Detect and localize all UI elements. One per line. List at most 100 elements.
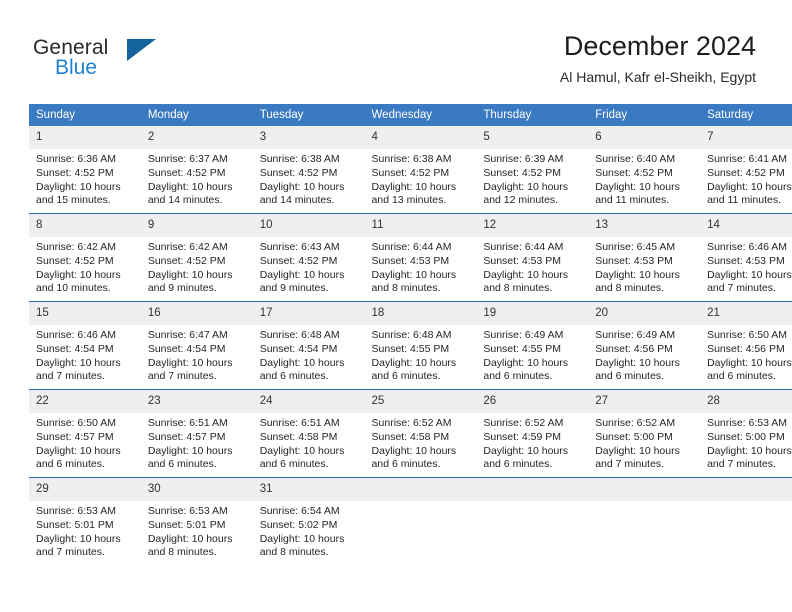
daylight-text-line2: and 7 minutes. (147, 370, 217, 383)
daylight-text-line1: Daylight: 10 hours (371, 268, 457, 281)
day-cell[interactable]: 26 Sunrise: 6:52 AM Sunset: 4:59 PM Dayligh… (476, 390, 589, 477)
day-info: Sunrise: 6:47 AM Sunset: 4:54 PM Daylight:… (141, 325, 253, 384)
weekday-header-friday: Friday (588, 104, 701, 126)
calendar-cell: 26 Sunrise: 6:52 AM Sunset: 4:59 PM Dayligh… (476, 389, 589, 478)
day-info: Sunrise: 6:53 AM Sunset: 5:01 PM Daylight:… (141, 501, 253, 560)
sunset-text: Sunset: 4:55 PM (483, 342, 562, 355)
day-info: Sunrise: 6:54 AM Sunset: 5:02 PM Daylight:… (253, 501, 365, 560)
sunrise-text: Sunrise: 6:44 AM (483, 241, 564, 253)
day-info: Sunrise: 6:46 AM Sunset: 4:54 PM Daylight:… (29, 325, 141, 384)
day-cell[interactable]: 19 Sunrise: 6:49 AM Sunset: 4:55 PM Dayligh… (476, 302, 589, 389)
day-number: 25 (364, 390, 477, 413)
day-cell[interactable]: 28 Sunrise: 6:53 AM Sunset: 5:00 PM Dayligh… (700, 390, 792, 477)
sunrise-text: Sunrise: 6:51 AM (147, 417, 228, 429)
day-number: 31 (252, 478, 365, 501)
calendar-cell: 7 Sunrise: 6:41 AM Sunset: 4:52 PM Daylight… (700, 126, 792, 214)
brand-logo[interactable]: General Blue (33, 36, 213, 84)
day-number: 26 (476, 390, 589, 413)
sunset-text: Sunset: 4:56 PM (707, 342, 785, 355)
sunset-text: Sunset: 4:55 PM (371, 342, 450, 355)
day-cell[interactable]: 22 Sunrise: 6:50 AM Sunset: 4:57 PM Dayligh… (29, 390, 141, 477)
daylight-text-line2: and 15 minutes. (36, 194, 111, 207)
sunset-text: Sunset: 4:54 PM (259, 342, 338, 355)
day-cell[interactable]: 23 Sunrise: 6:51 AM Sunset: 4:57 PM Dayligh… (140, 390, 253, 477)
sunset-text: Sunset: 5:02 PM (259, 518, 338, 531)
day-cell[interactable]: 17 Sunrise: 6:48 AM Sunset: 4:54 PM Dayligh… (252, 302, 365, 389)
day-cell[interactable]: 16 Sunrise: 6:47 AM Sunset: 4:54 PM Dayligh… (140, 302, 253, 389)
sunrise-text: Sunrise: 6:41 AM (707, 153, 788, 165)
day-cell[interactable]: 21 Sunrise: 6:50 AM Sunset: 4:56 PM Dayligh… (700, 302, 792, 389)
day-cell[interactable]: 7 Sunrise: 6:41 AM Sunset: 4:52 PM Daylight… (700, 126, 792, 213)
day-cell[interactable]: 25 Sunrise: 6:52 AM Sunset: 4:58 PM Dayligh… (364, 390, 477, 477)
day-number: 1 (29, 126, 141, 149)
day-cell[interactable]: 3 Sunrise: 6:38 AM Sunset: 4:52 PM Daylight… (252, 126, 365, 213)
day-cell[interactable]: 20 Sunrise: 6:49 AM Sunset: 4:56 PM Dayligh… (588, 302, 701, 389)
weekday-header-wednesday: Wednesday (364, 104, 477, 126)
sunrise-text: Sunrise: 6:52 AM (483, 417, 564, 429)
weekday-header-sunday: Sunday (29, 104, 141, 126)
calendar-week-row: 29 Sunrise: 6:53 AM Sunset: 5:01 PM Dayligh… (29, 477, 792, 565)
sunrise-text: Sunrise: 6:45 AM (595, 241, 676, 253)
day-info: Sunrise: 6:43 AM Sunset: 4:52 PM Daylight:… (253, 237, 365, 296)
day-number: 5 (476, 126, 589, 149)
daylight-text-line1: Daylight: 10 hours (36, 356, 121, 369)
day-cell[interactable]: 1 Sunrise: 6:36 AM Sunset: 4:52 PM Daylight… (29, 126, 141, 213)
calendar-cell: 15 Sunrise: 6:46 AM Sunset: 4:54 PM Dayligh… (29, 301, 141, 390)
daylight-text-line1: Daylight: 10 hours (483, 268, 569, 281)
day-cell[interactable]: 29 Sunrise: 6:53 AM Sunset: 5:01 PM Dayligh… (29, 478, 141, 565)
day-info: Sunrise: 6:51 AM Sunset: 4:57 PM Daylight:… (141, 413, 253, 472)
sunset-text: Sunset: 5:01 PM (36, 518, 114, 531)
day-cell[interactable]: 11 Sunrise: 6:44 AM Sunset: 4:53 PM Dayligh… (364, 214, 477, 301)
day-cell[interactable]: 5 Sunrise: 6:39 AM Sunset: 4:52 PM Daylight… (476, 126, 589, 213)
daylight-text-line1: Daylight: 10 hours (259, 356, 345, 369)
sunrise-text: Sunrise: 6:36 AM (36, 153, 116, 165)
day-cell[interactable]: 2 Sunrise: 6:37 AM Sunset: 4:52 PM Daylight… (140, 126, 253, 213)
daylight-text-line2: and 9 minutes. (147, 282, 217, 295)
day-number (476, 478, 589, 501)
day-number: 17 (252, 302, 365, 325)
day-cell[interactable]: 27 Sunrise: 6:52 AM Sunset: 5:00 PM Dayligh… (588, 390, 701, 477)
calendar-cell: 21 Sunrise: 6:50 AM Sunset: 4:56 PM Dayligh… (700, 301, 792, 390)
day-info: Sunrise: 6:44 AM Sunset: 4:53 PM Daylight:… (476, 237, 588, 296)
sunrise-text: Sunrise: 6:49 AM (483, 329, 564, 341)
day-number: 4 (364, 126, 477, 149)
day-cell[interactable]: 8 Sunrise: 6:42 AM Sunset: 4:52 PM Daylight… (29, 214, 141, 301)
sunrise-text: Sunrise: 6:52 AM (595, 417, 676, 429)
day-cell[interactable]: 12 Sunrise: 6:44 AM Sunset: 4:53 PM Dayligh… (476, 214, 589, 301)
sunset-text: Sunset: 4:54 PM (147, 342, 226, 355)
sunset-text: Sunset: 4:52 PM (36, 166, 114, 179)
daylight-text-line1: Daylight: 10 hours (371, 444, 457, 457)
day-number: 28 (700, 390, 792, 413)
daylight-text-line1: Daylight: 10 hours (147, 268, 233, 281)
day-info: Sunrise: 6:52 AM Sunset: 5:00 PM Daylight:… (588, 413, 700, 472)
day-cell[interactable]: 31 Sunrise: 6:54 AM Sunset: 5:02 PM Dayligh… (252, 478, 365, 565)
day-cell[interactable]: 4 Sunrise: 6:38 AM Sunset: 4:52 PM Daylight… (364, 126, 477, 213)
sunset-text: Sunset: 4:57 PM (147, 430, 226, 443)
day-info: Sunrise: 6:38 AM Sunset: 4:52 PM Daylight:… (365, 149, 477, 208)
day-number: 16 (140, 302, 253, 325)
day-cell[interactable]: 14 Sunrise: 6:46 AM Sunset: 4:53 PM Dayligh… (700, 214, 792, 301)
day-cell[interactable]: 10 Sunrise: 6:43 AM Sunset: 4:52 PM Dayligh… (252, 214, 365, 301)
day-cell[interactable]: 9 Sunrise: 6:42 AM Sunset: 4:52 PM Daylight… (140, 214, 253, 301)
daylight-text-line1: Daylight: 10 hours (259, 180, 345, 193)
calendar-cell: 31 Sunrise: 6:54 AM Sunset: 5:02 PM Dayligh… (252, 477, 365, 565)
calendar-week-row: 1 Sunrise: 6:36 AM Sunset: 4:52 PM Daylight… (29, 126, 792, 214)
day-cell[interactable]: 13 Sunrise: 6:45 AM Sunset: 4:53 PM Dayligh… (588, 214, 701, 301)
day-cell[interactable]: 15 Sunrise: 6:46 AM Sunset: 4:54 PM Dayligh… (29, 302, 141, 389)
day-cell[interactable]: 30 Sunrise: 6:53 AM Sunset: 5:01 PM Dayligh… (140, 478, 253, 565)
daylight-text-line1: Daylight: 10 hours (595, 444, 680, 457)
daylight-text-line2: and 6 minutes. (36, 458, 105, 471)
day-info: Sunrise: 6:52 AM Sunset: 4:59 PM Daylight:… (476, 413, 588, 472)
sunset-text: Sunset: 4:52 PM (147, 254, 226, 267)
day-number: 21 (700, 302, 792, 325)
daylight-text-line2: and 7 minutes. (595, 458, 665, 471)
day-info: Sunrise: 6:48 AM Sunset: 4:55 PM Daylight:… (365, 325, 477, 384)
daylight-text-line2: and 6 minutes. (371, 370, 441, 383)
day-cell[interactable]: 18 Sunrise: 6:48 AM Sunset: 4:55 PM Dayligh… (364, 302, 477, 389)
day-cell[interactable]: 24 Sunrise: 6:51 AM Sunset: 4:58 PM Dayligh… (252, 390, 365, 477)
daylight-text-line2: and 9 minutes. (259, 282, 329, 295)
calendar-cell: 6 Sunrise: 6:40 AM Sunset: 4:52 PM Daylight… (588, 126, 701, 214)
brand-name-blue: Blue (55, 56, 98, 79)
day-cell[interactable]: 6 Sunrise: 6:40 AM Sunset: 4:52 PM Daylight… (588, 126, 701, 213)
daylight-text-line2: and 6 minutes. (483, 458, 553, 471)
